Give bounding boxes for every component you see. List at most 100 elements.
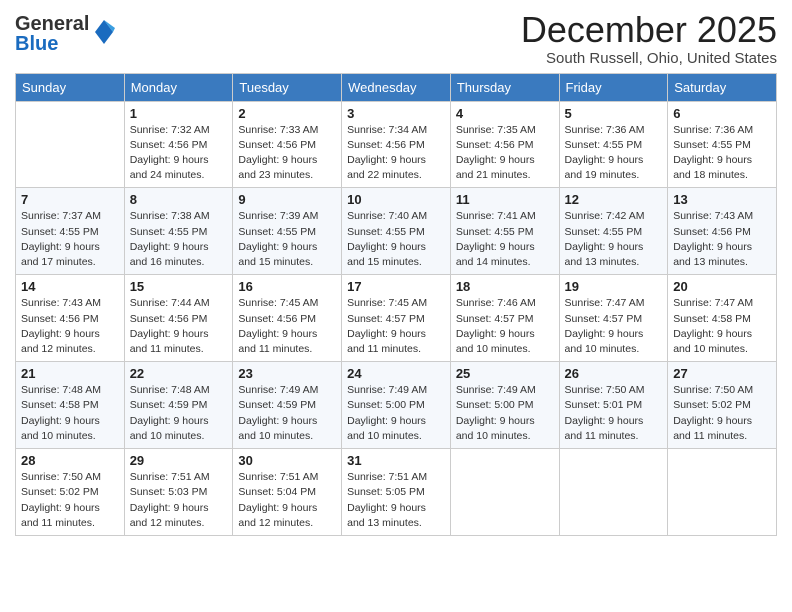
weekday-header: Monday [124, 73, 233, 101]
calendar-week-row: 7Sunrise: 7:37 AM Sunset: 4:55 PM Daylig… [16, 188, 777, 275]
weekday-header: Friday [559, 73, 668, 101]
day-number: 4 [456, 106, 554, 121]
day-info: Sunrise: 7:50 AM Sunset: 5:01 PM Dayligh… [565, 383, 663, 444]
day-info: Sunrise: 7:38 AM Sunset: 4:55 PM Dayligh… [130, 209, 228, 270]
logo-general-text: General [15, 14, 89, 34]
calendar-cell: 23Sunrise: 7:49 AM Sunset: 4:59 PM Dayli… [233, 362, 342, 449]
logo-blue-text: Blue [15, 34, 89, 54]
day-number: 5 [565, 106, 663, 121]
calendar-cell: 24 Sunrise: 7:49 AM Sunset: 5:00 PM Dayli… [342, 362, 451, 449]
day-info: Sunrise: 7:36 AM Sunset: 4:55 PM Dayligh… [673, 123, 771, 184]
day-number: 13 [673, 192, 771, 207]
calendar-cell: 12Sunrise: 7:42 AM Sunset: 4:55 PM Dayli… [559, 188, 668, 275]
day-info: Sunrise: 7:51 AM Sunset: 5:04 PM Dayligh… [238, 470, 336, 531]
day-info: Sunrise: 7:48 AM Sunset: 4:58 PM Dayligh… [21, 383, 119, 444]
calendar-cell: 13 Sunrise: 7:43 AM Sunset: 4:56 PM Dayli… [668, 188, 777, 275]
calendar-cell: 14 Sunrise: 7:43 AM Sunset: 4:56 PM Dayli… [16, 275, 125, 362]
calendar-week-row: 14 Sunrise: 7:43 AM Sunset: 4:56 PM Dayli… [16, 275, 777, 362]
day-number: 6 [673, 106, 771, 121]
day-number: 2 [238, 106, 336, 121]
day-info: Sunrise: 7:47 AM Sunset: 4:58 PM Dayligh… [673, 296, 771, 357]
day-info: Sunrise: 7:40 AM Sunset: 4:55 PM Dayligh… [347, 209, 445, 270]
day-info: Sunrise: 7:48 AM Sunset: 4:59 PM Dayligh… [130, 383, 228, 444]
calendar-cell: 1Sunrise: 7:32 AM Sunset: 4:56 PM Daylig… [124, 101, 233, 188]
weekday-header: Wednesday [342, 73, 451, 101]
calendar-cell: 2 Sunrise: 7:33 AM Sunset: 4:56 PM Daylig… [233, 101, 342, 188]
calendar-cell: 29 Sunrise: 7:51 AM Sunset: 5:03 PM Dayli… [124, 449, 233, 536]
calendar-cell: 18 Sunrise: 7:46 AM Sunset: 4:57 PM Dayli… [450, 275, 559, 362]
calendar-cell: 21 Sunrise: 7:48 AM Sunset: 4:58 PM Dayli… [16, 362, 125, 449]
day-number: 7 [21, 192, 119, 207]
day-number: 22 [130, 366, 228, 381]
day-number: 26 [565, 366, 663, 381]
day-info: Sunrise: 7:43 AM Sunset: 4:56 PM Dayligh… [21, 296, 119, 357]
day-info: Sunrise: 7:32 AM Sunset: 4:56 PM Dayligh… [130, 123, 228, 184]
calendar-cell: 30Sunrise: 7:51 AM Sunset: 5:04 PM Dayli… [233, 449, 342, 536]
day-number: 9 [238, 192, 336, 207]
weekday-header: Sunday [16, 73, 125, 101]
day-info: Sunrise: 7:36 AM Sunset: 4:55 PM Dayligh… [565, 123, 663, 184]
logo-icon [93, 18, 115, 46]
day-info: Sunrise: 7:50 AM Sunset: 5:02 PM Dayligh… [21, 470, 119, 531]
day-number: 24 [347, 366, 445, 381]
day-number: 16 [238, 279, 336, 294]
day-number: 19 [565, 279, 663, 294]
day-number: 17 [347, 279, 445, 294]
calendar-cell: 19 Sunrise: 7:47 AM Sunset: 4:57 PM Dayli… [559, 275, 668, 362]
calendar-cell: 10Sunrise: 7:40 AM Sunset: 4:55 PM Dayli… [342, 188, 451, 275]
day-info: Sunrise: 7:44 AM Sunset: 4:56 PM Dayligh… [130, 296, 228, 357]
calendar-cell: 26 Sunrise: 7:50 AM Sunset: 5:01 PM Dayli… [559, 362, 668, 449]
day-number: 28 [21, 453, 119, 468]
logo: General Blue [15, 10, 115, 54]
day-info: Sunrise: 7:41 AM Sunset: 4:55 PM Dayligh… [456, 209, 554, 270]
calendar-cell: 31 Sunrise: 7:51 AM Sunset: 5:05 PM Dayli… [342, 449, 451, 536]
day-number: 20 [673, 279, 771, 294]
day-number: 3 [347, 106, 445, 121]
day-number: 31 [347, 453, 445, 468]
weekday-header: Tuesday [233, 73, 342, 101]
day-info: Sunrise: 7:51 AM Sunset: 5:03 PM Dayligh… [130, 470, 228, 531]
calendar-week-row: 21 Sunrise: 7:48 AM Sunset: 4:58 PM Dayli… [16, 362, 777, 449]
calendar-cell: 6 Sunrise: 7:36 AM Sunset: 4:55 PM Daylig… [668, 101, 777, 188]
calendar-cell: 20 Sunrise: 7:47 AM Sunset: 4:58 PM Dayli… [668, 275, 777, 362]
calendar-week-row: 1Sunrise: 7:32 AM Sunset: 4:56 PM Daylig… [16, 101, 777, 188]
day-number: 15 [130, 279, 228, 294]
calendar-week-row: 28 Sunrise: 7:50 AM Sunset: 5:02 PM Dayli… [16, 449, 777, 536]
day-info: Sunrise: 7:43 AM Sunset: 4:56 PM Dayligh… [673, 209, 771, 270]
day-info: Sunrise: 7:33 AM Sunset: 4:56 PM Dayligh… [238, 123, 336, 184]
day-number: 14 [21, 279, 119, 294]
weekday-header-row: SundayMondayTuesdayWednesdayThursdayFrid… [16, 73, 777, 101]
day-info: Sunrise: 7:39 AM Sunset: 4:55 PM Dayligh… [238, 209, 336, 270]
calendar-cell: 9 Sunrise: 7:39 AM Sunset: 4:55 PM Daylig… [233, 188, 342, 275]
subtitle: South Russell, Ohio, United States [521, 50, 777, 67]
day-info: Sunrise: 7:45 AM Sunset: 4:57 PM Dayligh… [347, 296, 445, 357]
calendar-cell: 22 Sunrise: 7:48 AM Sunset: 4:59 PM Dayli… [124, 362, 233, 449]
day-number: 18 [456, 279, 554, 294]
calendar-cell: 15 Sunrise: 7:44 AM Sunset: 4:56 PM Dayli… [124, 275, 233, 362]
calendar-cell: 25Sunrise: 7:49 AM Sunset: 5:00 PM Dayli… [450, 362, 559, 449]
day-number: 11 [456, 192, 554, 207]
day-number: 21 [21, 366, 119, 381]
day-number: 29 [130, 453, 228, 468]
calendar-cell: 28 Sunrise: 7:50 AM Sunset: 5:02 PM Dayli… [16, 449, 125, 536]
day-number: 27 [673, 366, 771, 381]
day-info: Sunrise: 7:46 AM Sunset: 4:57 PM Dayligh… [456, 296, 554, 357]
day-number: 25 [456, 366, 554, 381]
weekday-header: Saturday [668, 73, 777, 101]
calendar-cell: 16 Sunrise: 7:45 AM Sunset: 4:56 PM Dayli… [233, 275, 342, 362]
calendar-cell: 7Sunrise: 7:37 AM Sunset: 4:55 PM Daylig… [16, 188, 125, 275]
calendar: SundayMondayTuesdayWednesdayThursdayFrid… [15, 73, 777, 536]
day-info: Sunrise: 7:51 AM Sunset: 5:05 PM Dayligh… [347, 470, 445, 531]
calendar-cell: 27Sunrise: 7:50 AM Sunset: 5:02 PM Dayli… [668, 362, 777, 449]
day-info: Sunrise: 7:34 AM Sunset: 4:56 PM Dayligh… [347, 123, 445, 184]
calendar-cell: 8Sunrise: 7:38 AM Sunset: 4:55 PM Daylig… [124, 188, 233, 275]
title-area: December 2025 South Russell, Ohio, Unite… [521, 10, 777, 67]
day-info: Sunrise: 7:49 AM Sunset: 5:00 PM Dayligh… [347, 383, 445, 444]
month-title: December 2025 [521, 10, 777, 50]
calendar-cell: 3 Sunrise: 7:34 AM Sunset: 4:56 PM Daylig… [342, 101, 451, 188]
day-info: Sunrise: 7:47 AM Sunset: 4:57 PM Dayligh… [565, 296, 663, 357]
calendar-cell [16, 101, 125, 188]
calendar-cell [668, 449, 777, 536]
day-info: Sunrise: 7:45 AM Sunset: 4:56 PM Dayligh… [238, 296, 336, 357]
day-info: Sunrise: 7:49 AM Sunset: 4:59 PM Dayligh… [238, 383, 336, 444]
